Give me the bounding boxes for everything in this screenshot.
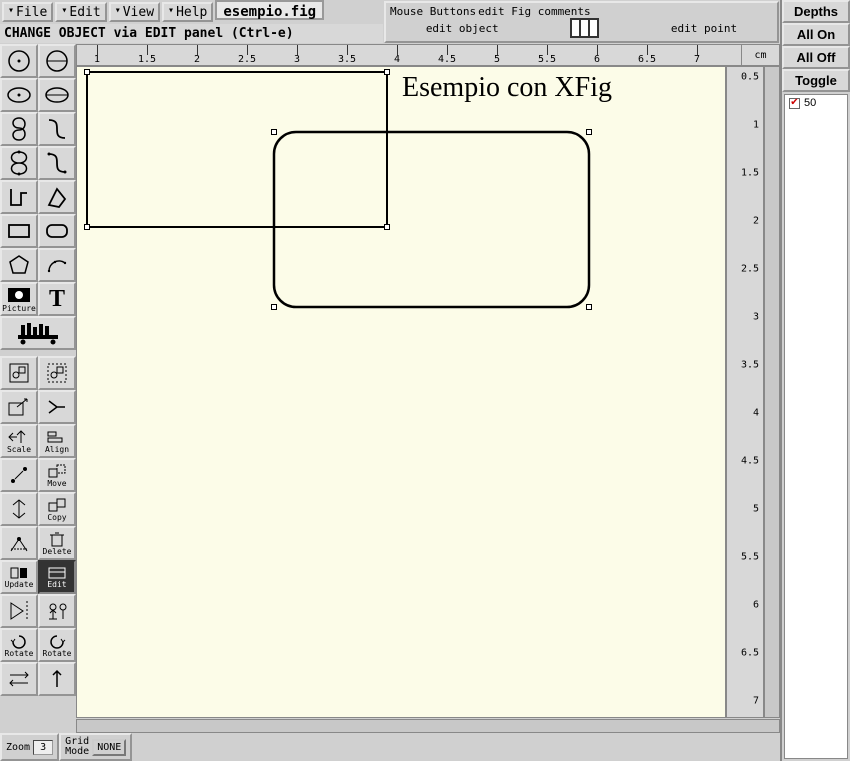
tool-copy[interactable]: Copy (38, 492, 76, 526)
tool-text[interactable]: T (38, 282, 76, 316)
menu-help[interactable]: ▾Help (162, 2, 213, 22)
scrollbar-vertical[interactable] (764, 66, 780, 718)
tool-circle-radius[interactable] (0, 44, 38, 78)
tool-regular-polygon[interactable] (0, 248, 38, 282)
tool-align[interactable]: Align (38, 424, 76, 458)
selection-handle[interactable] (586, 129, 592, 135)
menu-file[interactable]: ▾File (2, 2, 53, 22)
depths-panel: Depths All On All Off Toggle ✔50 (780, 0, 850, 761)
selection-handle[interactable] (384, 224, 390, 230)
mouse-hint-panel: Mouse Buttons edit Fig comments edit obj… (384, 1, 779, 43)
tool-open-spline[interactable] (38, 112, 76, 146)
tool-polyline[interactable] (0, 180, 38, 214)
tool-picture[interactable]: Picture (0, 282, 38, 316)
tool-polygon[interactable] (38, 180, 76, 214)
canvas-text-object[interactable]: Esempio con XFig (402, 72, 612, 104)
tool-join-split[interactable] (38, 390, 76, 424)
tool-ellipse-radius[interactable] (0, 78, 38, 112)
tool-update[interactable]: Update (0, 560, 38, 594)
tool-move-point[interactable] (0, 458, 38, 492)
tool-closed-spline[interactable] (0, 112, 38, 146)
tool-arc-box[interactable] (38, 214, 76, 248)
depths-all-on[interactable]: All On (782, 23, 850, 46)
toolbox: Picture T Scale Align Move Copy Delete U… (0, 44, 76, 733)
tool-ellipse-diameter[interactable] (38, 78, 76, 112)
depths-title: Depths (782, 0, 850, 23)
ruler-vertical: 0.511.522.533.544.555.566.57 (726, 66, 764, 718)
tool-scale[interactable]: Scale (0, 424, 38, 458)
mouse-icon (570, 18, 599, 38)
tool-flip[interactable] (0, 492, 38, 526)
ruler-horizontal: 11.522.533.544.555.566.57 cm (76, 44, 780, 66)
tool-move[interactable]: Move (38, 458, 76, 492)
unit-display[interactable]: cm (741, 45, 779, 65)
tool-rectangle[interactable] (0, 214, 38, 248)
tool-open-interp-spline[interactable] (38, 146, 76, 180)
tool-add-point[interactable] (0, 526, 38, 560)
tool-edit[interactable]: Edit (38, 560, 76, 594)
selection-handle[interactable] (586, 304, 592, 310)
tool-arc[interactable] (38, 248, 76, 282)
depth-item[interactable]: ✔50 (785, 97, 847, 109)
tool-add-arrow[interactable] (38, 662, 76, 696)
tool-glue-compound[interactable] (0, 356, 38, 390)
tool-library[interactable] (0, 316, 76, 350)
selection-handle[interactable] (84, 69, 90, 75)
tool-break-compound[interactable] (38, 356, 76, 390)
tool-closed-interp-spline[interactable] (0, 146, 38, 180)
menu-edit[interactable]: ▾Edit (55, 2, 106, 22)
grid-mode-control[interactable]: Grid Mode NONE (59, 733, 132, 761)
filename-display: esempio.fig (215, 0, 324, 20)
selection-handle[interactable] (84, 224, 90, 230)
selection-handle[interactable] (271, 304, 277, 310)
checkmark-icon: ✔ (789, 98, 800, 109)
depths-toggle[interactable]: Toggle (782, 69, 850, 92)
tool-rotate-ccw[interactable]: Rotate (38, 628, 76, 662)
tool-delete[interactable]: Delete (38, 526, 76, 560)
zoom-control[interactable]: Zoom 3 (0, 733, 59, 761)
tool-rotate-cw[interactable]: Rotate (0, 628, 38, 662)
selection-handle[interactable] (384, 69, 390, 75)
menu-view[interactable]: ▾View (109, 2, 160, 22)
tool-flip-h[interactable] (38, 594, 76, 628)
tool-circle-diameter[interactable] (38, 44, 76, 78)
tool-convert[interactable] (0, 662, 38, 696)
tool-flip-v[interactable] (0, 594, 38, 628)
scrollbar-horizontal[interactable] (76, 719, 780, 733)
selection-handle[interactable] (271, 129, 277, 135)
depths-all-off[interactable]: All Off (782, 46, 850, 69)
tool-open-compound[interactable] (0, 390, 38, 424)
drawing-canvas[interactable]: Esempio con XFig (76, 66, 726, 718)
status-line: CHANGE OBJECT via EDIT panel (Ctrl-e) (0, 24, 383, 43)
